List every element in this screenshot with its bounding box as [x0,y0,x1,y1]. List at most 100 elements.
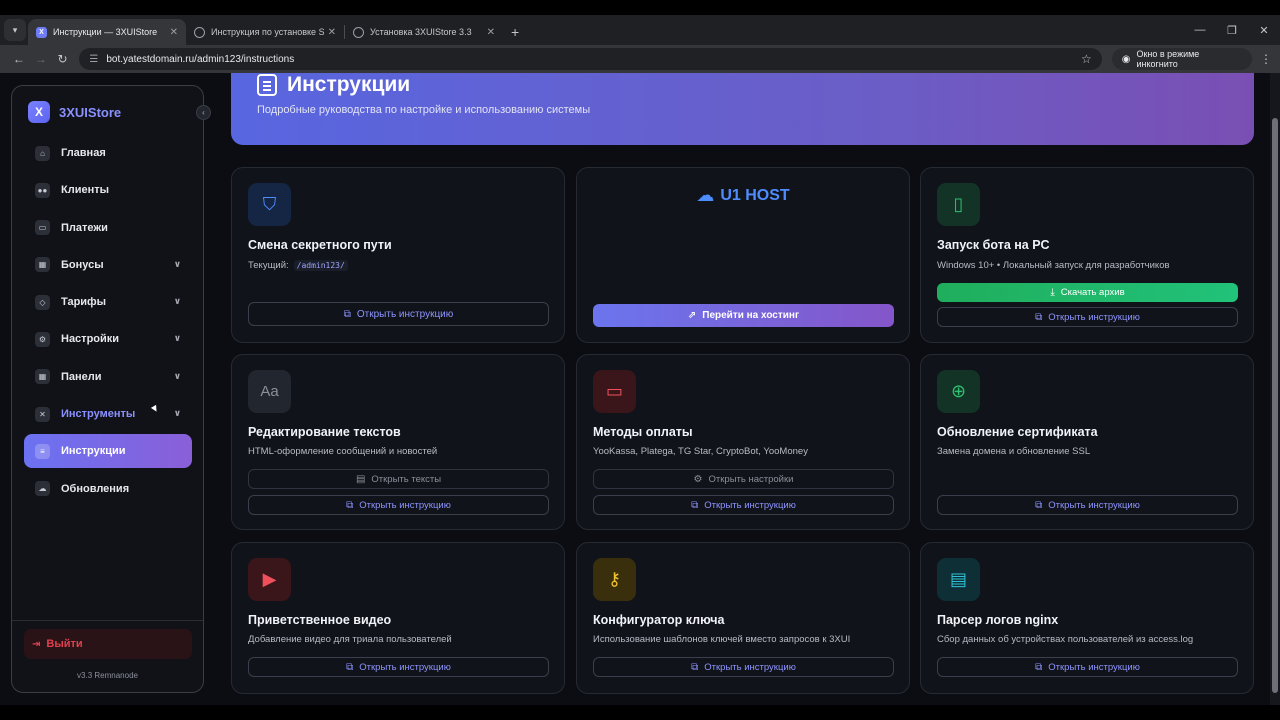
sidebar-item-label: Обновления [61,482,130,495]
chevron-down-icon: ∨ [173,370,181,381]
open-settings-button[interactable]: ⚙ Открыть настройки [593,469,894,489]
page-scrollbar[interactable] [1270,73,1280,705]
globe-favicon-icon [353,26,364,38]
text-format-icon: Aa [248,370,291,413]
window-controls: — ❐ ✕ [1184,15,1280,45]
gear-icon: ⚙ [35,331,50,347]
open-instruction-button[interactable]: ⧉ Открыть инструкцию [248,657,549,677]
scrollbar-thumb[interactable] [1272,118,1278,693]
card-desc: Использование шаблонов ключей вместо зап… [593,634,851,645]
sidebar: X 3XUIStore ‹ ⌂ Главная ●● Клиенты ▭ Пла… [11,85,211,693]
card-desc: Добавление видео для триала пользователе… [248,634,452,645]
tab-close-icon[interactable]: ✕ [328,27,336,38]
book-icon: ⧉ [343,308,351,320]
sidebar-item-clients[interactable]: ●● Клиенты [24,173,192,207]
sidebar-item-tools[interactable]: ✕ Инструменты ∨ [24,397,192,431]
sidebar-item-tariffs[interactable]: ◇ Тарифы ∨ [24,285,192,319]
url-text: bot.yatestdomain.ru/admin123/instruction… [106,53,295,65]
go-to-hosting-button[interactable]: ⇗ Перейти на хостинг [593,304,894,327]
open-instruction-button[interactable]: ⧉ Открыть инструкцию [937,657,1238,677]
card-title: Запуск бота на PC [937,238,1050,252]
page-viewport: X 3XUIStore ‹ ⌂ Главная ●● Клиенты ▭ Пла… [0,73,1280,705]
new-tab-plus-icon[interactable]: + [511,24,519,40]
version-label: v3.3 Remnanode [77,671,138,680]
open-instruction-button[interactable]: ⧉ Открыть инструкцию [248,495,549,515]
shield-icon: ⛉ [248,183,291,226]
open-instruction-button[interactable]: ⧉ Открыть инструкцию [593,657,894,677]
open-instruction-button[interactable]: ⧉ Открыть инструкцию [937,495,1238,515]
open-instruction-button[interactable]: ⧉ Открыть инструкцию [593,495,894,515]
open-instruction-button[interactable]: ⧉ Открыть инструкцию [248,302,549,326]
button-label: Открыть инструкцию [359,499,451,511]
bookmark-star-icon[interactable]: ☆ [1081,52,1092,66]
globe-favicon-icon [194,26,205,38]
sidebar-collapse-chevron-icon[interactable]: ‹ [196,105,211,120]
cloud-icon: ☁ [696,185,715,205]
sidebar-item-label: Клиенты [61,184,110,197]
book-icon: ⧉ [346,661,354,673]
grid-icon: ▦ [35,369,50,385]
key-icon: ⚷ [593,558,636,601]
sidebar-item-updates[interactable]: ☁ Обновления [24,472,192,506]
doc-icon: ≡ [35,443,50,459]
download-archive-button[interactable]: ⤓ Скачать архив [937,283,1238,302]
sidebar-item-settings[interactable]: ⚙ Настройки ∨ [24,322,192,356]
sidebar-item-label: Настройки [61,333,120,346]
hosting-brand: U1 HOST [720,186,790,204]
chevron-down-icon: ∨ [173,258,181,269]
credit-card-icon: ▭ [593,370,636,413]
logout-icon: ⇥ [32,638,41,650]
sidebar-item-payments[interactable]: ▭ Платежи [24,211,192,245]
card-desc: HTML-оформление сообщений и новостей [248,446,438,457]
sidebar-item-panels[interactable]: ▦ Панели ∨ [24,360,192,394]
sidebar-item-bonuses[interactable]: ▦ Бонусы ∨ [24,248,192,282]
browser-tab-instructions[interactable]: X Инструкции — 3XUIStore ✕ [28,19,186,45]
minimize-icon[interactable]: — [1184,24,1216,36]
tab-close-icon[interactable]: ✕ [487,27,495,38]
reload-icon[interactable]: ↻ [52,52,74,66]
page-title: Инструкции [287,73,411,96]
sidebar-item-label: Платежи [61,221,108,234]
browser-tab-install-guide[interactable]: Инструкция по установке SUI ✕ [186,19,344,45]
tab-title: Инструкции — 3XUIStore [53,27,158,37]
open-texts-button[interactable]: ▤ Открыть тексты [248,469,549,489]
cloud-icon: ☁ [35,481,50,497]
card-pc-bot: ▯ Запуск бота на PC Windows 10+ • Локаль… [920,167,1254,343]
users-icon: ●● [35,182,50,198]
button-label: Открыть инструкцию [1048,661,1140,673]
card-desc: Сбор данных об устройствах пользователей… [937,634,1194,645]
sidebar-item-home[interactable]: ⌂ Главная [24,136,192,170]
open-instruction-button[interactable]: ⧉ Открыть инструкцию [937,307,1238,327]
card-payments: ▭ Методы оплаты YooKassa, Platega, TG St… [576,354,910,530]
document-icon [257,74,277,96]
external-link-icon: ⇗ [687,310,697,321]
browser-menu-icon[interactable]: ⋮ [1260,52,1272,66]
logout-button[interactable]: ⇥ Выйти [24,629,192,659]
tab-search-chevron-icon[interactable]: ▾ [4,19,26,41]
sidebar-item-instructions[interactable]: ≡ Инструкции [24,434,192,469]
tab-close-icon[interactable]: ✕ [170,27,178,38]
browser-tab-install-store[interactable]: Установка 3XUIStore 3.3 ✕ [345,19,503,45]
card-video: ▶ Приветственное видео Добавление видео … [231,542,565,694]
button-label: Открыть инструкцию [359,661,451,673]
logout-label: Выйти [46,638,83,650]
card-secret-path: ⛉ Смена секретного пути Текущий: /admin12… [231,167,565,343]
card-title: Обновление сертификата [937,425,1098,439]
globe-icon: ⊕ [937,370,980,413]
site-info-icon[interactable]: ☰ [89,54,98,65]
app-favicon-icon: X [36,26,47,38]
home-icon: ⌂ [35,145,50,161]
brand[interactable]: X 3XUIStore [28,101,121,123]
incognito-badge[interactable]: ◉ Окно в режиме инкогнито [1111,48,1253,70]
window-close-icon[interactable]: ✕ [1248,24,1280,37]
button-label: Открыть тексты [371,473,442,485]
restore-icon[interactable]: ❐ [1216,24,1248,37]
forward-arrow-icon[interactable]: → [30,52,52,66]
card-key-config: ⚷ Конфигуратор ключа Использование шабло… [576,542,910,694]
sidebar-item-label: Инструменты [61,408,136,421]
card-title: Методы оплаты [593,425,693,439]
back-arrow-icon[interactable]: ← [8,52,30,66]
button-label: Скачать архив [1060,287,1125,298]
address-bar[interactable]: ☰ bot.yatestdomain.ru/admin123/instructi… [79,48,1102,70]
book-icon: ⧉ [1035,661,1043,673]
